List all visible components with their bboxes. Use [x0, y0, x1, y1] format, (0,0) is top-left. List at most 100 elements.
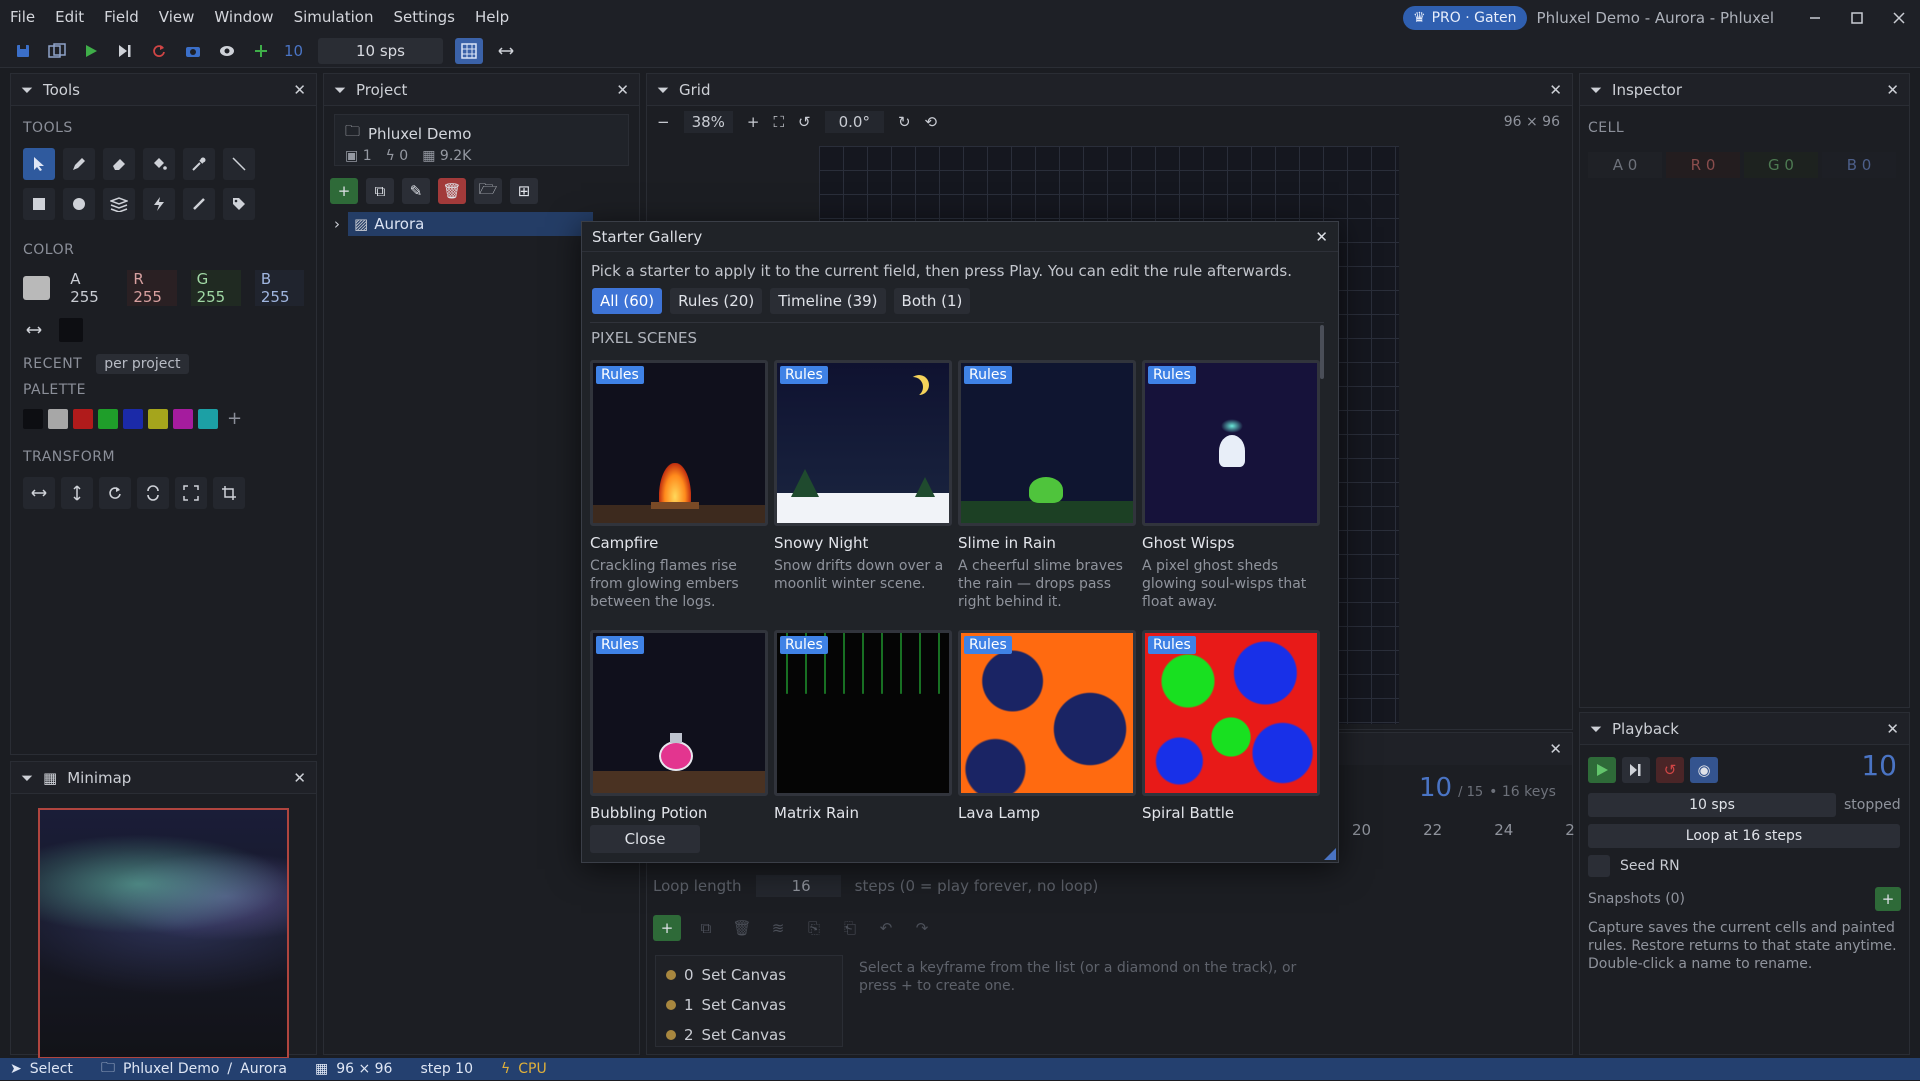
ellipse-tool[interactable]: [63, 188, 95, 220]
pencil-tool[interactable]: [63, 148, 95, 180]
layer-button[interactable]: ≋: [767, 915, 789, 941]
secondary-color-swatch[interactable]: [59, 318, 83, 342]
primary-color-swatch[interactable]: [23, 276, 51, 300]
flip-horizontal-button[interactable]: [23, 477, 55, 509]
add-field-button[interactable]: +: [330, 178, 358, 204]
red-value[interactable]: R 255: [127, 270, 177, 306]
swap-colors-button[interactable]: [23, 319, 45, 341]
add-palette-color-icon[interactable]: +: [227, 408, 242, 429]
zoom-out-icon[interactable]: −: [657, 113, 670, 131]
save-button[interactable]: [12, 40, 34, 62]
tab-rules[interactable]: Rules (20): [670, 288, 763, 314]
reset-button[interactable]: ↺: [1656, 757, 1684, 783]
collapse-icon[interactable]: ⏷: [21, 769, 33, 787]
pro-badge[interactable]: ♛ PRO · Gaten: [1403, 5, 1527, 30]
collapse-icon[interactable]: ⏷: [1590, 81, 1602, 99]
green-value[interactable]: G 255: [190, 270, 241, 306]
palette-swatch[interactable]: [98, 408, 118, 429]
close-icon[interactable]: ✕: [1549, 81, 1562, 99]
tab-both[interactable]: Both (1): [893, 288, 971, 314]
gradient-tool[interactable]: [103, 188, 135, 220]
chevron-right-icon[interactable]: ›: [334, 215, 340, 233]
fill-tool[interactable]: [143, 148, 175, 180]
select-tool[interactable]: [23, 148, 55, 180]
fit-button[interactable]: [175, 477, 207, 509]
duplicate-keyframe-button[interactable]: ⧉: [695, 915, 717, 941]
timeline-ruler[interactable]: 20 22 24 2: [1352, 821, 1575, 839]
loop-length-input[interactable]: 16: [755, 875, 841, 897]
rotate-right-icon[interactable]: ↻: [898, 113, 911, 131]
capture-button[interactable]: [182, 40, 204, 62]
eraser-tool[interactable]: [103, 148, 135, 180]
zoom-value[interactable]: 38%: [683, 111, 733, 133]
paste-button[interactable]: ⎗: [839, 915, 861, 941]
close-icon[interactable]: ✕: [1315, 228, 1328, 246]
maximize-button[interactable]: [1836, 0, 1878, 35]
undo-button[interactable]: ↶: [875, 915, 897, 941]
tab-timeline[interactable]: Timeline (39): [770, 288, 886, 314]
grid-toggle-button[interactable]: [455, 38, 483, 64]
zoom-in-icon[interactable]: +: [747, 113, 760, 131]
preview-button[interactable]: [216, 40, 238, 62]
rotate-left-icon[interactable]: ↺: [798, 113, 811, 131]
gallery-scroll-area[interactable]: PIXEL SCENES Rules Campfire Crackling fl…: [590, 322, 1324, 822]
collapse-icon[interactable]: ⏷: [334, 81, 346, 99]
minimap-view[interactable]: [38, 808, 289, 1059]
copy-button[interactable]: ⎘: [803, 915, 825, 941]
crop-button[interactable]: [213, 477, 245, 509]
menu-window[interactable]: Window: [204, 0, 283, 35]
playback-sps[interactable]: 10 sps: [1588, 793, 1836, 817]
close-icon[interactable]: ✕: [293, 769, 306, 787]
minimize-button[interactable]: [1794, 0, 1836, 35]
add-keyframe-button[interactable]: +: [653, 915, 681, 941]
menu-field[interactable]: Field: [94, 0, 149, 35]
rect-tool[interactable]: [23, 188, 55, 220]
dialog-close-button[interactable]: Close: [590, 825, 700, 853]
rule-tool[interactable]: [143, 188, 175, 220]
open-folder-button[interactable]: 🗁: [474, 178, 502, 204]
palette-swatch[interactable]: [198, 408, 218, 429]
close-icon[interactable]: ✕: [1886, 81, 1899, 99]
blue-value[interactable]: B 255: [254, 270, 304, 306]
delete-keyframe-button[interactable]: 🗑: [731, 915, 753, 941]
close-icon[interactable]: ✕: [293, 81, 306, 99]
palette-swatch[interactable]: [123, 408, 143, 429]
resize-grip-icon[interactable]: [1324, 848, 1336, 860]
angle-value[interactable]: 0.0°: [824, 111, 884, 133]
brush-tool[interactable]: [183, 188, 215, 220]
starter-card-slime-in-rain[interactable]: Rules Slime in Rain A cheerful slime bra…: [958, 360, 1136, 611]
menu-settings[interactable]: Settings: [383, 0, 465, 35]
redo-button[interactable]: ↷: [911, 915, 933, 941]
step-button[interactable]: [1622, 757, 1650, 783]
collapse-icon[interactable]: ⏷: [21, 81, 33, 99]
scrollbar[interactable]: [1320, 325, 1324, 379]
fit-width-button[interactable]: [495, 40, 517, 62]
palette-swatch[interactable]: [73, 408, 93, 429]
seed-checkbox[interactable]: [1588, 855, 1610, 877]
collapse-icon[interactable]: ⏷: [1590, 720, 1602, 738]
rotate-button[interactable]: [99, 477, 131, 509]
play-button[interactable]: [1588, 757, 1616, 783]
reset-button[interactable]: [148, 40, 170, 62]
flip-vertical-button[interactable]: [61, 477, 93, 509]
starter-card-snowy-night[interactable]: Rules Snowy Night Snow drifts down over …: [774, 360, 952, 593]
eyedropper-tool[interactable]: [183, 148, 215, 180]
palette-swatch[interactable]: [23, 408, 43, 429]
menu-view[interactable]: View: [149, 0, 205, 35]
tree-button[interactable]: ⊞: [510, 178, 538, 204]
project-card[interactable]: 🗀 Phluxel Demo ▣ 1 ϟ 0 ▦ 9.2K: [334, 114, 629, 166]
collapse-icon[interactable]: ⏷: [657, 81, 669, 99]
save-as-button[interactable]: [46, 40, 68, 62]
palette-swatch[interactable]: [148, 408, 168, 429]
starter-card-spiral-battle[interactable]: Rules Spiral Battle: [1142, 630, 1320, 822]
window-close-button[interactable]: [1878, 0, 1920, 35]
duplicate-button[interactable]: ⧉: [366, 178, 394, 204]
delete-button[interactable]: 🗑: [438, 178, 466, 204]
add-snapshot-button[interactable]: +: [1875, 887, 1901, 911]
close-icon[interactable]: ✕: [1886, 720, 1899, 738]
recent-mode-pill[interactable]: per project: [96, 354, 189, 374]
tag-tool[interactable]: [223, 188, 255, 220]
list-item[interactable]: 0 Set Canvas: [666, 960, 832, 990]
play-button[interactable]: [80, 40, 102, 62]
starter-card-matrix-rain[interactable]: Rules Matrix Rain: [774, 630, 952, 822]
